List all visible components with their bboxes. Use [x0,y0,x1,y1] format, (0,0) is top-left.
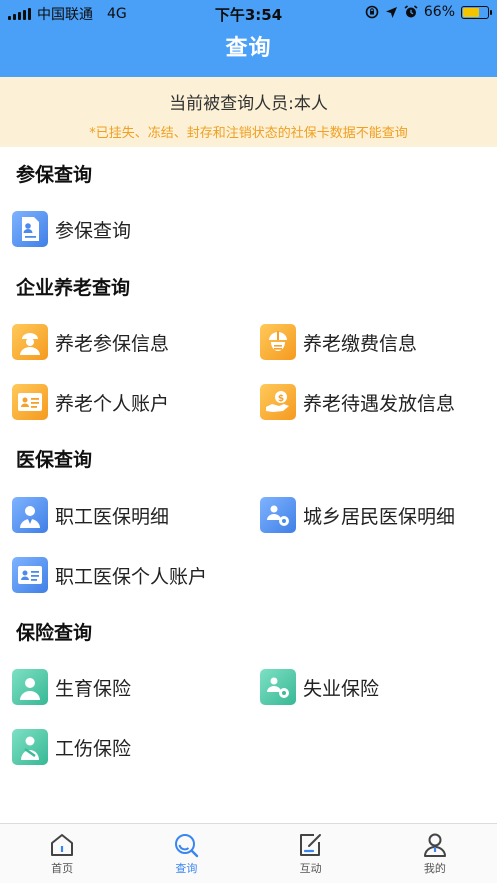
tab-bar: 首页 查询 互动 我的 [0,823,497,883]
item-label: 养老个人账户 [55,392,170,415]
item-label: 职工医保个人账户 [55,565,208,588]
item-label: 城乡居民医保明细 [303,505,456,528]
edit-icon [299,834,321,856]
screen-lock-icon [365,5,379,19]
employee-icon [12,497,48,533]
page-title: 查询 [0,26,497,77]
tab-label: 互动 [299,862,322,875]
tab-label: 查询 [175,862,198,875]
helmet-icon [260,324,296,360]
work-injury-insurance-item[interactable]: 工伤保险 [12,727,131,767]
maternity-insurance-item[interactable]: 生育保险 [12,667,131,707]
pension-enrollment-item[interactable]: 养老参保信息 [12,322,169,362]
item-label: 养老缴费信息 [303,332,418,355]
query-notice: 当前被查询人员:本人 *已挂失、冻结、封存和注销状态的社保卡数据不能查询 [0,77,497,147]
person-icon [12,669,48,705]
item-label: 养老参保信息 [55,332,170,355]
tab-mine[interactable]: 我的 [373,824,497,883]
id-form-icon [12,211,48,247]
injured-person-icon [12,729,48,765]
svg-text:$: $ [278,394,284,404]
alarm-icon [404,5,418,18]
item-label: 养老待遇发放信息 [303,392,456,415]
tab-label: 首页 [51,862,74,875]
tab-home[interactable]: 首页 [0,824,124,883]
unemployment-insurance-item[interactable]: 失业保险 [260,667,379,707]
search-icon [175,834,199,858]
pension-benefit-item[interactable]: $ 养老待遇发放信息 [260,382,455,422]
item-label: 职工医保明细 [55,505,170,528]
worker-icon [12,324,48,360]
current-person-label: 当前被查询人员:本人 [169,94,328,114]
battery-icon [461,5,492,19]
tab-interaction[interactable]: 互动 [249,824,373,883]
battery-percent: 66% [423,4,455,20]
location-icon [385,6,397,18]
warning-text: *已挂失、冻结、封存和注销状态的社保卡数据不能查询 [89,126,408,141]
section-title-insurance: 保险查询 [16,622,93,644]
status-bar: 中国联通 4G 下午3:54 66% [0,0,497,26]
item-label: 参保查询 [55,219,132,242]
id-card-icon [12,557,48,593]
employee-medical-detail-item[interactable]: 职工医保明细 [12,495,169,535]
people-gear-icon [260,669,296,705]
id-card-icon [12,384,48,420]
item-label: 生育保险 [55,677,132,700]
resident-medical-detail-item[interactable]: 城乡居民医保明细 [260,495,455,535]
item-label: 失业保险 [303,677,380,700]
home-icon [51,834,74,856]
pension-account-item[interactable]: 养老个人账户 [12,382,169,422]
item-label: 工伤保险 [55,737,132,760]
pension-payment-item[interactable]: 养老缴费信息 [260,322,417,362]
section-title-medical: 医保查询 [16,449,93,471]
section-title-pension: 企业养老查询 [16,277,131,299]
insured-query-item[interactable]: 参保查询 [12,209,131,249]
tab-query[interactable]: 查询 [124,824,248,883]
employee-medical-account-item[interactable]: 职工医保个人账户 [12,555,207,595]
section-title-insured: 参保查询 [16,164,93,186]
residents-gear-icon [260,497,296,533]
user-icon [423,833,446,857]
tab-label: 我的 [423,862,446,875]
hand-money-icon: $ [260,384,296,420]
